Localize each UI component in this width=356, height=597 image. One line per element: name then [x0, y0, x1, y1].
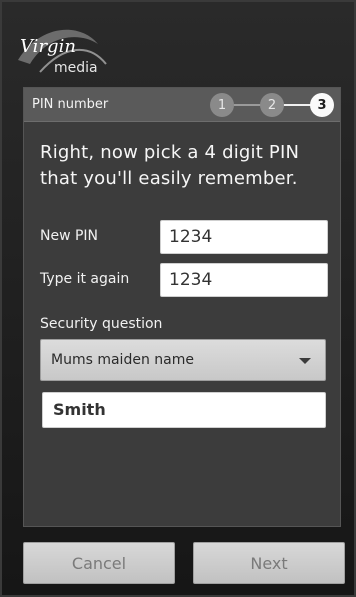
- step-connector: [280, 104, 312, 106]
- pin-panel: PIN number 1 2 3 Right, now pick a 4 dig…: [23, 87, 341, 527]
- app-frame: Virgin media PIN number 1 2 3 Right, now…: [0, 0, 356, 597]
- step-3: 3: [310, 93, 334, 117]
- security-answer-input[interactable]: Smith: [42, 392, 326, 428]
- virgin-media-logo: Virgin media: [10, 14, 110, 78]
- step-connector: [232, 104, 262, 106]
- new-pin-label: New PIN: [40, 228, 99, 244]
- next-button[interactable]: Next: [193, 542, 345, 584]
- confirm-pin-label: Type it again: [40, 271, 130, 287]
- security-question-select[interactable]: Mums maiden name: [40, 339, 326, 381]
- confirm-pin-row: Type it again 1234: [40, 263, 330, 297]
- cancel-button[interactable]: Cancel: [23, 542, 175, 584]
- step-indicator: 1 2 3: [210, 93, 334, 117]
- panel-title: PIN number: [32, 97, 109, 112]
- new-pin-row: New PIN 1234: [40, 220, 330, 254]
- logo-subtext: media: [54, 60, 98, 76]
- new-pin-input[interactable]: 1234: [160, 220, 328, 254]
- step-1: 1: [210, 93, 234, 117]
- security-question-value: Mums maiden name: [51, 352, 194, 368]
- security-question-label: Security question: [40, 316, 163, 332]
- panel-header: PIN number 1 2 3: [24, 88, 340, 122]
- footer-buttons: Cancel Next: [23, 542, 345, 584]
- logo-text: Virgin: [20, 36, 76, 57]
- instruction-heading: Right, now pick a 4 digit PIN that you'l…: [40, 142, 300, 189]
- step-2: 2: [260, 93, 284, 117]
- confirm-pin-input[interactable]: 1234: [160, 263, 328, 297]
- chevron-down-icon: [299, 358, 311, 364]
